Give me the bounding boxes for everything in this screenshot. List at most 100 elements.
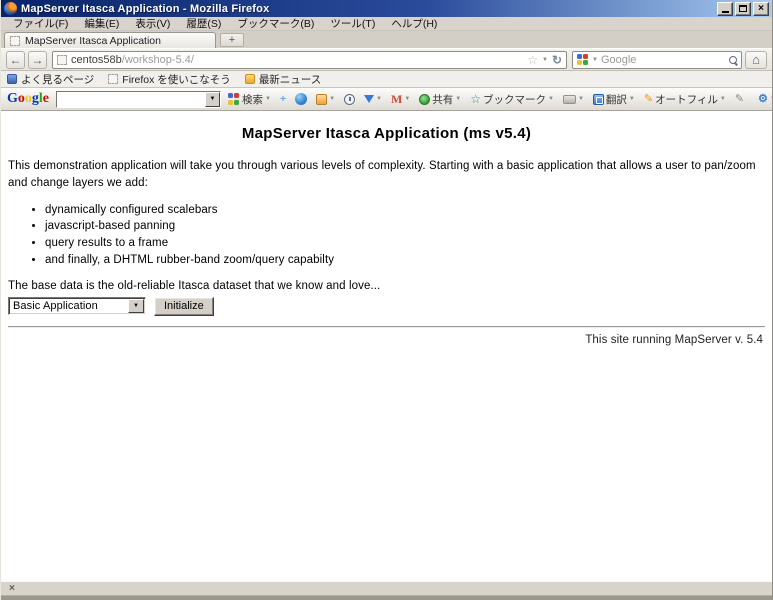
search-dropdown-icon[interactable]: ▼	[265, 96, 271, 102]
google-engine-icon[interactable]	[577, 54, 589, 66]
panel-icon	[563, 95, 576, 104]
share-dropdown-icon[interactable]: ▼	[455, 96, 461, 102]
gbookmark-dropdown-icon[interactable]: ▼	[548, 96, 554, 102]
back-button[interactable]: ←	[6, 51, 25, 69]
translate-button[interactable]: 翻訳 ▼	[591, 91, 637, 108]
search-input[interactable]	[601, 54, 726, 66]
tab-mapserver[interactable]: MapServer Itasca Application	[4, 32, 216, 48]
site-favicon-icon	[57, 55, 67, 65]
menu-bookmarks[interactable]: ブックマーク(B)	[229, 16, 322, 31]
google-logo: Google	[7, 91, 49, 107]
maximize-button[interactable]	[735, 2, 751, 16]
crosshair-icon: +	[280, 93, 286, 105]
page-title: MapServer Itasca Application (ms v5.4)	[8, 125, 765, 142]
bookmark-latest-news[interactable]: 最新ニュース	[245, 72, 321, 87]
maximize-icon	[739, 5, 747, 12]
autofill-label: オートフィル	[655, 92, 718, 107]
menu-help[interactable]: ヘルプ(H)	[383, 16, 445, 31]
page-icon	[316, 94, 327, 105]
autofill-dropdown-icon[interactable]: ▼	[720, 96, 726, 102]
engine-dropdown-icon[interactable]: ▼	[592, 57, 598, 63]
find-bar-close-icon[interactable]: ×	[9, 584, 15, 594]
list-item: query results to a frame	[45, 236, 765, 250]
autolink-dropdown-icon[interactable]: ▼	[376, 96, 382, 102]
home-button[interactable]: ⌂	[745, 51, 767, 69]
titlebar: MapServer Itasca Application - Mozilla F…	[1, 0, 772, 17]
new-tab-button[interactable]: +	[220, 33, 244, 47]
earth-button[interactable]	[293, 92, 309, 106]
autofill-button[interactable]: ✎ オートフィル ▼	[642, 91, 728, 108]
gmail-button[interactable]: M ▼	[389, 91, 412, 108]
clock-icon	[344, 94, 355, 105]
site-version-note: This site running MapServer v. 5.4	[8, 334, 763, 346]
google-search-combo[interactable]: ▼	[56, 91, 221, 108]
highlight-button[interactable]: +	[278, 92, 288, 106]
search-box[interactable]: ▼	[572, 51, 742, 69]
search-magnifier-icon[interactable]	[729, 56, 737, 64]
share-button[interactable]: 共有 ▼	[417, 91, 463, 108]
page-tools-button[interactable]: ▼	[314, 93, 337, 106]
default-favicon-icon	[108, 74, 118, 84]
combo-dropdown-icon[interactable]: ▼	[205, 92, 220, 107]
menu-edit[interactable]: 編集(E)	[76, 16, 127, 31]
latest-news-icon	[245, 74, 255, 84]
autolink-button[interactable]: ▼	[362, 94, 384, 104]
google-toolbar: Google ▼ 検索 ▼ + ▼ ▼ M ▼ 共有 ▼	[1, 88, 772, 111]
select-dropdown-icon[interactable]: ▼	[128, 299, 144, 313]
divider	[8, 326, 765, 328]
url-bar[interactable]: centos58b/workshop-5.4/ ☆ ▼ ↻	[52, 51, 567, 69]
gbookmark-button[interactable]: ☆ ブックマーク ▼	[468, 91, 556, 108]
status-bar: ×	[1, 581, 772, 595]
google-search-input[interactable]	[57, 92, 205, 107]
reload-icon[interactable]: ↻	[552, 54, 562, 66]
firefox-logo-icon	[4, 2, 17, 15]
translate-dropdown-icon[interactable]: ▼	[629, 96, 635, 102]
intro-paragraph: This demonstration application will take…	[8, 158, 765, 193]
page-content: MapServer Itasca Application (ms v5.4) T…	[1, 111, 772, 581]
page-dropdown-icon[interactable]: ▼	[329, 96, 335, 102]
star-outline-icon: ☆	[470, 93, 481, 105]
gbookmark-label: ブックマーク	[483, 92, 546, 107]
search-button-label: 検索	[242, 92, 263, 107]
menu-file[interactable]: ファイル(F)	[5, 16, 76, 31]
initialize-button[interactable]: Initialize	[154, 297, 214, 316]
close-button[interactable]: ×	[753, 2, 769, 16]
window-bottom-edge	[1, 595, 772, 600]
most-visited-icon	[7, 74, 17, 84]
bookmark-most-visited[interactable]: よく見るページ	[7, 72, 94, 87]
bookmark-star-icon[interactable]: ☆	[527, 54, 538, 66]
default-favicon-icon	[10, 36, 20, 46]
menu-view[interactable]: 表示(V)	[127, 16, 178, 31]
base-data-line: The base data is the old-reliable Itasca…	[8, 280, 765, 292]
tab-strip: MapServer Itasca Application +	[1, 31, 772, 48]
window-title: MapServer Itasca Application - Mozilla F…	[21, 3, 717, 15]
menu-history[interactable]: 履歴(S)	[178, 16, 229, 31]
translate-label: 翻訳	[606, 92, 627, 107]
gmail-dropdown-icon[interactable]: ▼	[404, 96, 410, 102]
url-dropdown-icon[interactable]: ▼	[542, 57, 548, 63]
navigation-toolbar: ← → centos58b/workshop-5.4/ ☆ ▼ ↻ ▼ ⌂	[1, 48, 772, 71]
browser-window: MapServer Itasca Application - Mozilla F…	[0, 0, 773, 600]
toolbar-settings-button[interactable]: ⚙ ▼	[756, 93, 773, 106]
url-host: centos58b	[71, 54, 122, 66]
autofill-pencil-icon: ✎	[644, 94, 653, 105]
feature-list: dynamically configured scalebars javascr…	[8, 203, 765, 268]
bookmark-label: 最新ニュース	[259, 72, 321, 87]
menubar: ファイル(F) 編集(E) 表示(V) 履歴(S) ブックマーク(B) ツール(…	[1, 17, 772, 31]
list-item: dynamically configured scalebars	[45, 203, 765, 217]
down-arrow-icon	[364, 95, 374, 103]
earth-icon	[295, 93, 307, 105]
pen-button[interactable]: ✎	[733, 93, 746, 106]
close-icon: ×	[758, 4, 764, 14]
application-select[interactable]: Basic Application ▼	[8, 297, 146, 315]
history-button[interactable]	[342, 93, 357, 106]
menu-tools[interactable]: ツール(T)	[322, 16, 383, 31]
google-search-button[interactable]: 検索 ▼	[226, 91, 273, 108]
forward-button[interactable]: →	[28, 51, 47, 69]
minimize-button[interactable]	[717, 2, 733, 16]
bookmark-getting-started[interactable]: Firefox を使いこなそう	[108, 72, 231, 87]
url-path: /workshop-5.4/	[122, 54, 194, 66]
bookmarks-toolbar: よく見るページ Firefox を使いこなそう 最新ニュース	[1, 71, 772, 88]
sidewiki-dropdown-icon[interactable]: ▼	[578, 96, 584, 102]
sidewiki-button[interactable]: ▼	[561, 94, 586, 105]
